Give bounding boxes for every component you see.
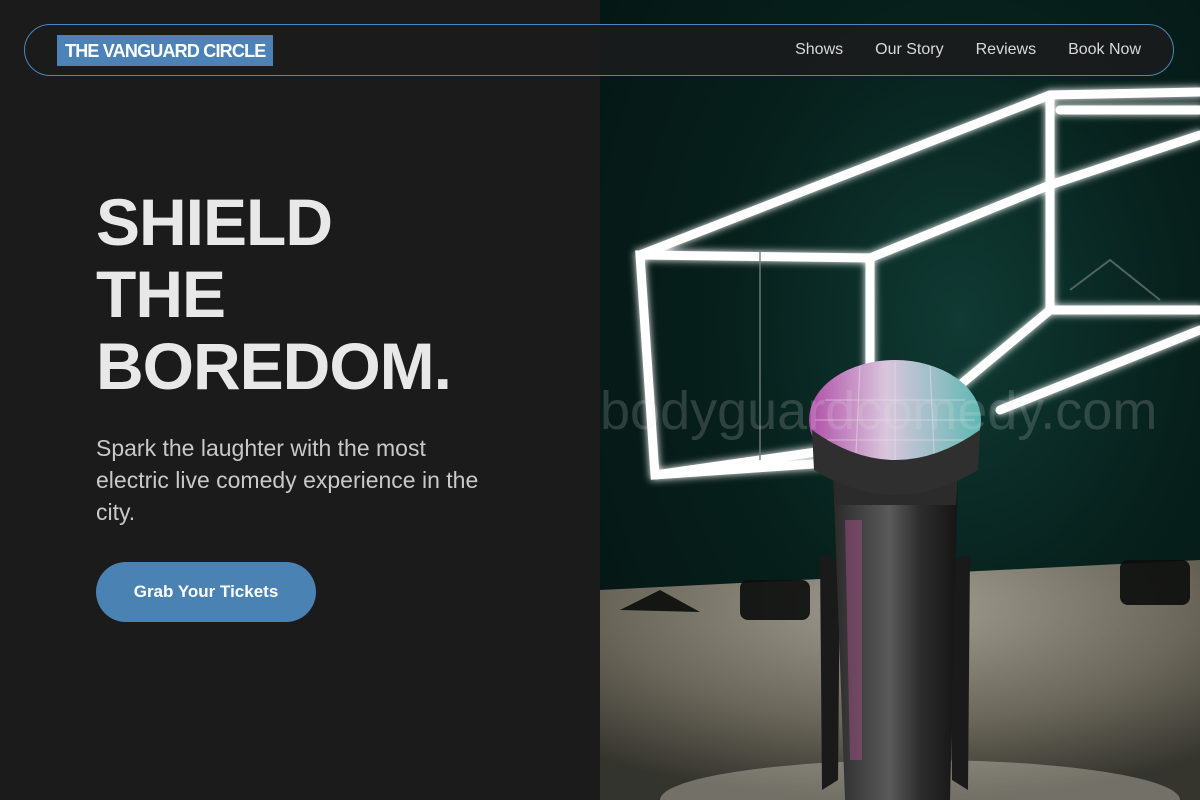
grab-tickets-button[interactable]: Grab Your Tickets: [96, 562, 316, 622]
nav-link-shows[interactable]: Shows: [795, 41, 843, 59]
hero-title-line-2: THE: [96, 257, 226, 331]
page: bodyguardcomedy.com THE VANGUARD CIRCLE …: [0, 0, 1200, 800]
hero-section: SHIELD THE BOREDOM. Spark the laughter w…: [96, 186, 556, 622]
nav-link-reviews[interactable]: Reviews: [976, 41, 1036, 59]
hero-title: SHIELD THE BOREDOM.: [96, 186, 556, 402]
nav-link-book-now[interactable]: Book Now: [1068, 41, 1141, 59]
brand-logo[interactable]: THE VANGUARD CIRCLE: [57, 34, 274, 66]
hero-subtitle: Spark the laughter with the most electri…: [96, 435, 479, 525]
nav-link-our-story[interactable]: Our Story: [875, 41, 943, 59]
hero-image: [600, 0, 1200, 800]
hero-title-line-3: BOREDOM.: [96, 329, 452, 403]
stage-microphone-illustration: [600, 87, 1200, 800]
top-navigation: THE VANGUARD CIRCLE Shows Our Story Revi…: [24, 24, 1174, 76]
nav-links: Shows Our Story Reviews Book Now: [795, 41, 1141, 59]
hero-title-line-1: SHIELD: [96, 185, 333, 259]
